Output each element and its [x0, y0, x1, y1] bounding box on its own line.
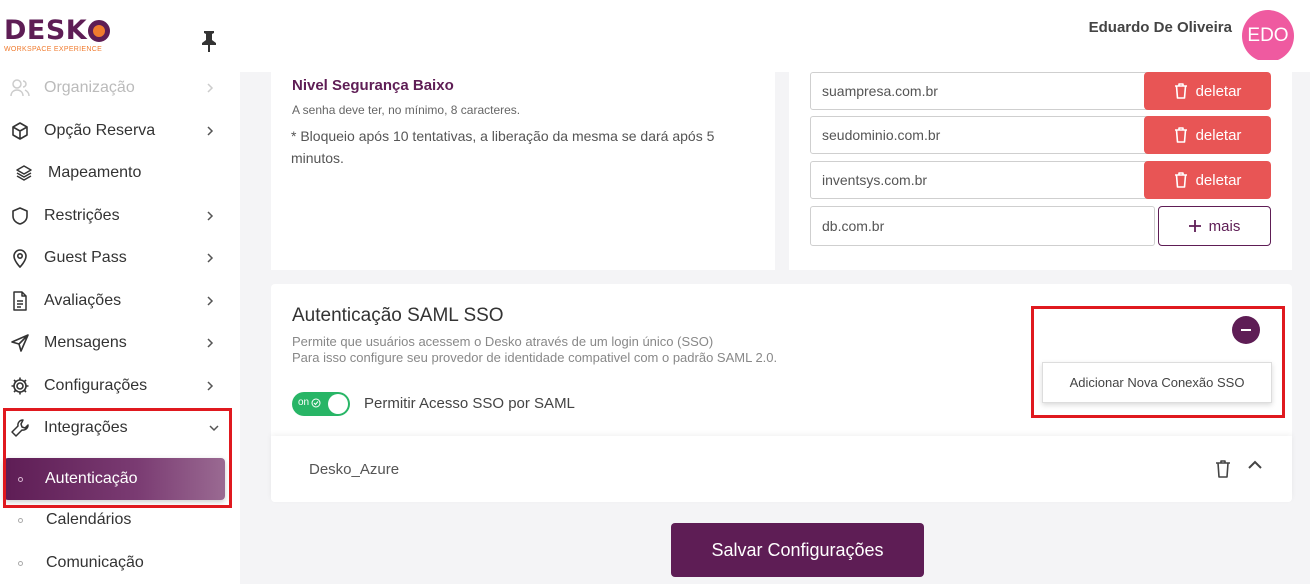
saml-title: Autenticação SAML SSO — [292, 305, 504, 326]
sidebar-item-avaliacoes[interactable]: Avaliações — [0, 281, 240, 321]
sidebar-item-label: Avaliações — [44, 292, 122, 309]
saml-description: Permite que usuários acessem o Desko atr… — [292, 334, 714, 349]
sidebar-item-opcao-reserva[interactable]: Opção Reserva — [0, 111, 240, 151]
sidebar-subitem-calendarios[interactable]: Calendários — [0, 500, 240, 540]
saml-toggle[interactable]: on — [292, 392, 350, 416]
domain-field[interactable]: inventsys.com.br — [810, 161, 1155, 199]
cube-icon — [10, 121, 30, 141]
sidebar-item-label: Guest Pass — [44, 249, 127, 266]
delete-domain-button[interactable]: deletar — [1144, 116, 1271, 154]
trash-icon — [1174, 83, 1187, 99]
sidebar-item-label: Organização — [44, 79, 135, 96]
sidebar-item-mensagens[interactable]: Mensagens — [0, 323, 240, 363]
domain-field[interactable]: db.com.br — [810, 206, 1155, 246]
security-rule-text: A senha deve ter, no mínimo, 8 caractere… — [292, 103, 521, 117]
security-level-title: Nivel Segurança Baixo — [292, 77, 454, 94]
logo-tagline: WORKSPACE EXPERIENCE — [4, 46, 103, 53]
sidebar-subitem-label: Calendários — [46, 511, 132, 528]
trash-icon[interactable] — [1214, 459, 1232, 479]
sidebar-item-label: Mapeamento — [48, 164, 142, 181]
trash-icon — [1174, 172, 1187, 188]
chevron-right-icon — [207, 338, 214, 348]
toggle-label: Permitir Acesso SSO por SAML — [364, 395, 575, 412]
sidebar-item-label: Configurações — [44, 377, 148, 394]
minus-icon — [1241, 329, 1251, 331]
wrench-icon — [10, 418, 30, 438]
logo-o-icon — [88, 20, 111, 42]
add-domain-button[interactable]: mais — [1158, 206, 1271, 246]
save-settings-button[interactable]: Salvar Configurações — [671, 523, 924, 577]
sidebar-item-label: Restrições — [44, 207, 120, 224]
logo-text: DESK — [4, 15, 88, 46]
saml-description: Para isso configure seu provedor de iden… — [292, 350, 778, 365]
check-circle-icon — [311, 398, 321, 407]
security-lock-text: * Bloqueio após 10 tentativas, a liberaç… — [291, 128, 715, 166]
users-icon — [10, 78, 30, 98]
sidebar: DESK WORKSPACE EXPERIENCE Organização Op… — [0, 0, 240, 584]
toggle-knob — [328, 394, 348, 414]
layers-icon — [14, 163, 34, 183]
user-name: Eduardo De Oliveira — [1088, 19, 1232, 36]
sidebar-item-configuracoes[interactable]: Configurações — [0, 366, 240, 406]
add-sso-connection-button[interactable]: Adicionar Nova Conexão SSO — [1042, 362, 1272, 403]
delete-label: deletar — [1195, 82, 1242, 100]
chevron-right-icon — [207, 253, 214, 263]
bullet-icon — [18, 517, 23, 523]
chevron-right-icon — [207, 381, 214, 391]
sidebar-item-restricoes[interactable]: Restrições — [0, 196, 240, 236]
sidebar-item-organizacao[interactable]: Organização — [0, 68, 240, 108]
toggle-on-label: on — [298, 397, 310, 408]
shield-icon — [10, 206, 30, 226]
trash-icon — [1174, 127, 1187, 143]
send-icon — [10, 333, 30, 353]
sidebar-item-guest-pass[interactable]: Guest Pass — [0, 238, 240, 278]
pin-icon[interactable] — [198, 28, 220, 54]
sidebar-item-integracoes[interactable]: Integrações — [0, 408, 240, 448]
sidebar-item-label: Opção Reserva — [44, 122, 156, 139]
sso-connection-row[interactable] — [271, 436, 1292, 502]
delete-label: deletar — [1195, 126, 1242, 144]
sidebar-subitem-label: Autenticação — [45, 470, 138, 487]
sidebar-subitem-label: Comunicação — [46, 554, 144, 571]
delete-domain-button[interactable]: deletar — [1144, 161, 1271, 199]
chevron-up-icon[interactable] — [1247, 458, 1263, 472]
chevron-right-icon — [207, 296, 214, 306]
gear-icon — [10, 376, 30, 396]
sidebar-subitem-comunicacao[interactable]: Comunicação — [0, 543, 240, 583]
domain-field[interactable]: suampresa.com.br — [810, 72, 1155, 110]
more-label: mais — [1208, 217, 1241, 235]
delete-domain-button[interactable]: deletar — [1144, 72, 1271, 110]
sidebar-subitem-autenticacao[interactable]: Autenticação — [4, 458, 225, 500]
collapse-menu-button[interactable] — [1232, 316, 1260, 344]
chevron-right-icon — [207, 126, 214, 136]
sidebar-item-mapeamento[interactable]: Mapeamento — [0, 153, 240, 193]
sso-connection-name: Desko_Azure — [309, 461, 400, 478]
chevron-right-icon — [207, 83, 214, 93]
sidebar-item-label: Integrações — [44, 419, 128, 436]
domain-field[interactable]: seudominio.com.br — [810, 116, 1155, 154]
chevron-down-icon — [209, 425, 219, 432]
avatar[interactable]: EDO — [1242, 10, 1294, 62]
bullet-icon — [18, 476, 23, 482]
delete-label: deletar — [1195, 171, 1242, 189]
desko-logo[interactable]: DESK WORKSPACE EXPERIENCE — [4, 16, 114, 62]
plus-icon — [1188, 220, 1201, 232]
document-icon — [10, 291, 30, 311]
sidebar-item-label: Mensagens — [44, 334, 127, 351]
chevron-right-icon — [207, 211, 214, 221]
bullet-icon — [18, 560, 23, 566]
map-pin-icon — [10, 248, 30, 268]
